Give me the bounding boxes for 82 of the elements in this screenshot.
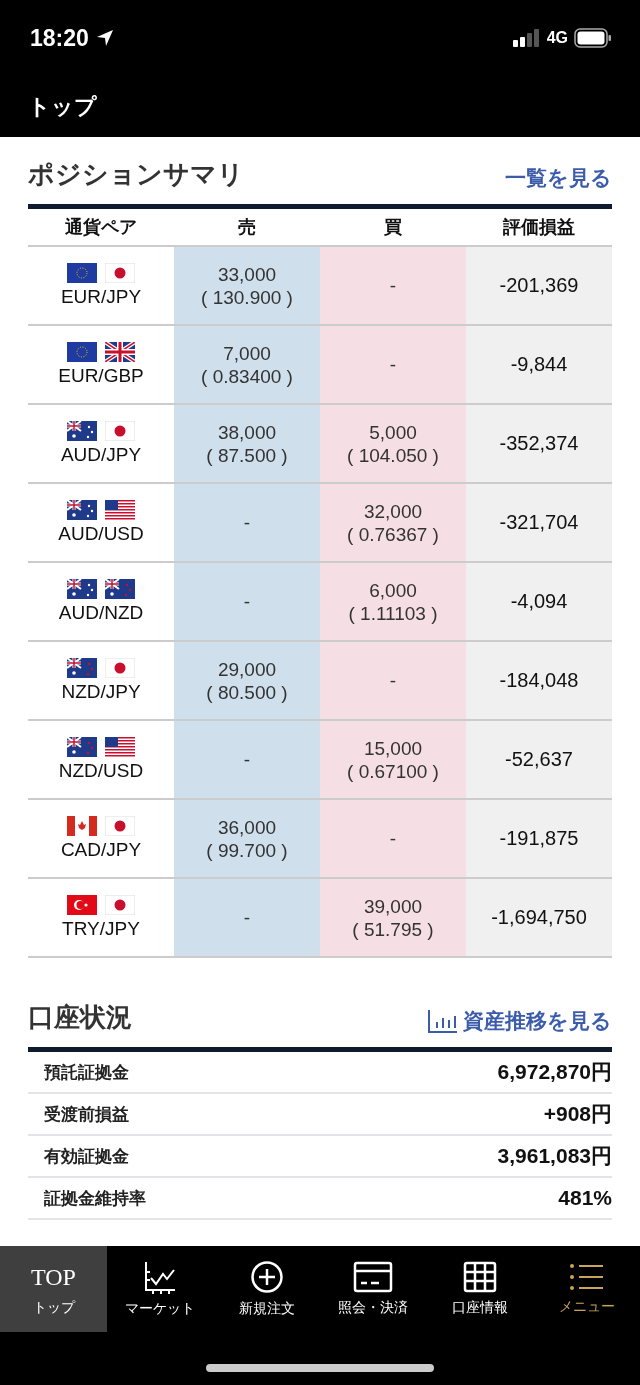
status-time: 18:20 xyxy=(30,24,89,52)
currency-pair: EUR/JPY xyxy=(60,285,142,308)
sell-cell: 29,000 ( 80.500 ) xyxy=(174,642,320,719)
profit-loss-cell: -201,369 xyxy=(466,247,612,324)
currency-pair: TRY/JPY xyxy=(62,917,140,940)
page-title: トップ xyxy=(28,92,97,121)
flag-icon xyxy=(105,737,135,757)
buy-cell: - xyxy=(320,642,466,719)
profit-loss-cell: -9,844 xyxy=(466,326,612,403)
buy-cell: - xyxy=(320,326,466,403)
profit-loss-cell: -191,875 xyxy=(466,800,612,877)
flag-icon xyxy=(67,421,97,441)
line-chart-icon[interactable] xyxy=(143,1260,178,1294)
view-list-link[interactable]: 一覧を見る xyxy=(505,164,612,192)
account-value: 6,972,870円 xyxy=(497,1059,612,1085)
profit-loss-cell: -4,094 xyxy=(466,563,612,640)
sell-cell: 33,000 ( 130.900 ) xyxy=(174,247,320,324)
section-title: ポジションサマリ xyxy=(28,158,244,191)
flag-icon xyxy=(67,342,97,362)
column-header: 買 xyxy=(383,216,403,239)
sell-cell: - xyxy=(174,484,320,561)
flag-icon xyxy=(105,895,135,915)
sell-cell: 7,000 ( 0.83400 ) xyxy=(174,326,320,403)
currency-pair: CAD/JPY xyxy=(60,838,142,861)
currency-pair: NZD/JPY xyxy=(61,680,141,703)
buy-cell: 5,000 ( 104.050 ) xyxy=(320,405,466,482)
asset-history-link[interactable]: 資産推移を見る xyxy=(463,1007,612,1035)
profit-loss-cell: -184,048 xyxy=(466,642,612,719)
profit-loss-cell: -1,694,750 xyxy=(466,879,612,956)
currency-pair: AUD/USD xyxy=(58,522,144,545)
sell-cell: 38,000 ( 87.500 ) xyxy=(174,405,320,482)
account-label: 有効証拠金 xyxy=(44,1145,129,1168)
profit-loss-cell: -52,637 xyxy=(466,721,612,798)
sell-cell: - xyxy=(174,879,320,956)
column-header: 通貨ペア xyxy=(64,216,138,239)
flag-icon xyxy=(105,342,135,362)
network-label: 4G xyxy=(546,29,568,47)
section-title: 口座状況 xyxy=(28,1001,132,1034)
account-value: 481% xyxy=(558,1186,612,1210)
flag-icon xyxy=(67,579,97,599)
account-label: 受渡前損益 xyxy=(44,1103,129,1126)
buy-cell: - xyxy=(320,247,466,324)
bar-chart-icon[interactable] xyxy=(427,1008,459,1034)
flag-icon xyxy=(67,263,97,283)
currency-pair: NZD/USD xyxy=(58,759,144,782)
signal-icon xyxy=(512,29,541,47)
flag-icon xyxy=(67,500,97,520)
flag-icon xyxy=(105,500,135,520)
account-label: 預託証拠金 xyxy=(44,1061,129,1084)
tab-item[interactable]: TOP トップ xyxy=(0,1246,107,1332)
flag-icon xyxy=(67,816,97,836)
currency-pair: AUD/JPY xyxy=(60,443,142,466)
buy-cell: 32,000 ( 0.76367 ) xyxy=(320,484,466,561)
flag-icon xyxy=(105,658,135,678)
account-label: 証拠金維持率 xyxy=(44,1187,146,1210)
sell-cell: - xyxy=(174,721,320,798)
sell-cell: - xyxy=(174,563,320,640)
buy-cell: 39,000 ( 51.795 ) xyxy=(320,879,466,956)
flag-icon xyxy=(105,579,135,599)
flag-icon xyxy=(105,816,135,836)
flag-icon xyxy=(105,421,135,441)
flag-icon xyxy=(105,263,135,283)
menu-icon[interactable] xyxy=(568,1262,605,1292)
table-icon[interactable] xyxy=(463,1261,498,1293)
buy-cell: 6,000 ( 1.11103 ) xyxy=(320,563,466,640)
currency-pair: AUD/NZD xyxy=(58,601,144,624)
column-header: 評価損益 xyxy=(502,216,576,239)
buy-cell: 15,000 ( 0.67100 ) xyxy=(320,721,466,798)
flag-icon xyxy=(67,895,97,915)
plus-circle-icon[interactable] xyxy=(249,1260,284,1294)
account-value: +908円 xyxy=(543,1101,612,1127)
buy-cell: - xyxy=(320,800,466,877)
profit-loss-cell: -352,374 xyxy=(466,405,612,482)
battery-icon xyxy=(574,28,612,48)
account-value: 3,961,083円 xyxy=(497,1143,612,1169)
currency-pair: EUR/GBP xyxy=(58,364,144,387)
flag-icon xyxy=(67,658,97,678)
profit-loss-cell: -321,704 xyxy=(466,484,612,561)
card-icon[interactable] xyxy=(353,1261,394,1293)
sell-cell: 36,000 ( 99.700 ) xyxy=(174,800,320,877)
column-header: 売 xyxy=(237,216,257,239)
flag-icon xyxy=(67,737,97,757)
